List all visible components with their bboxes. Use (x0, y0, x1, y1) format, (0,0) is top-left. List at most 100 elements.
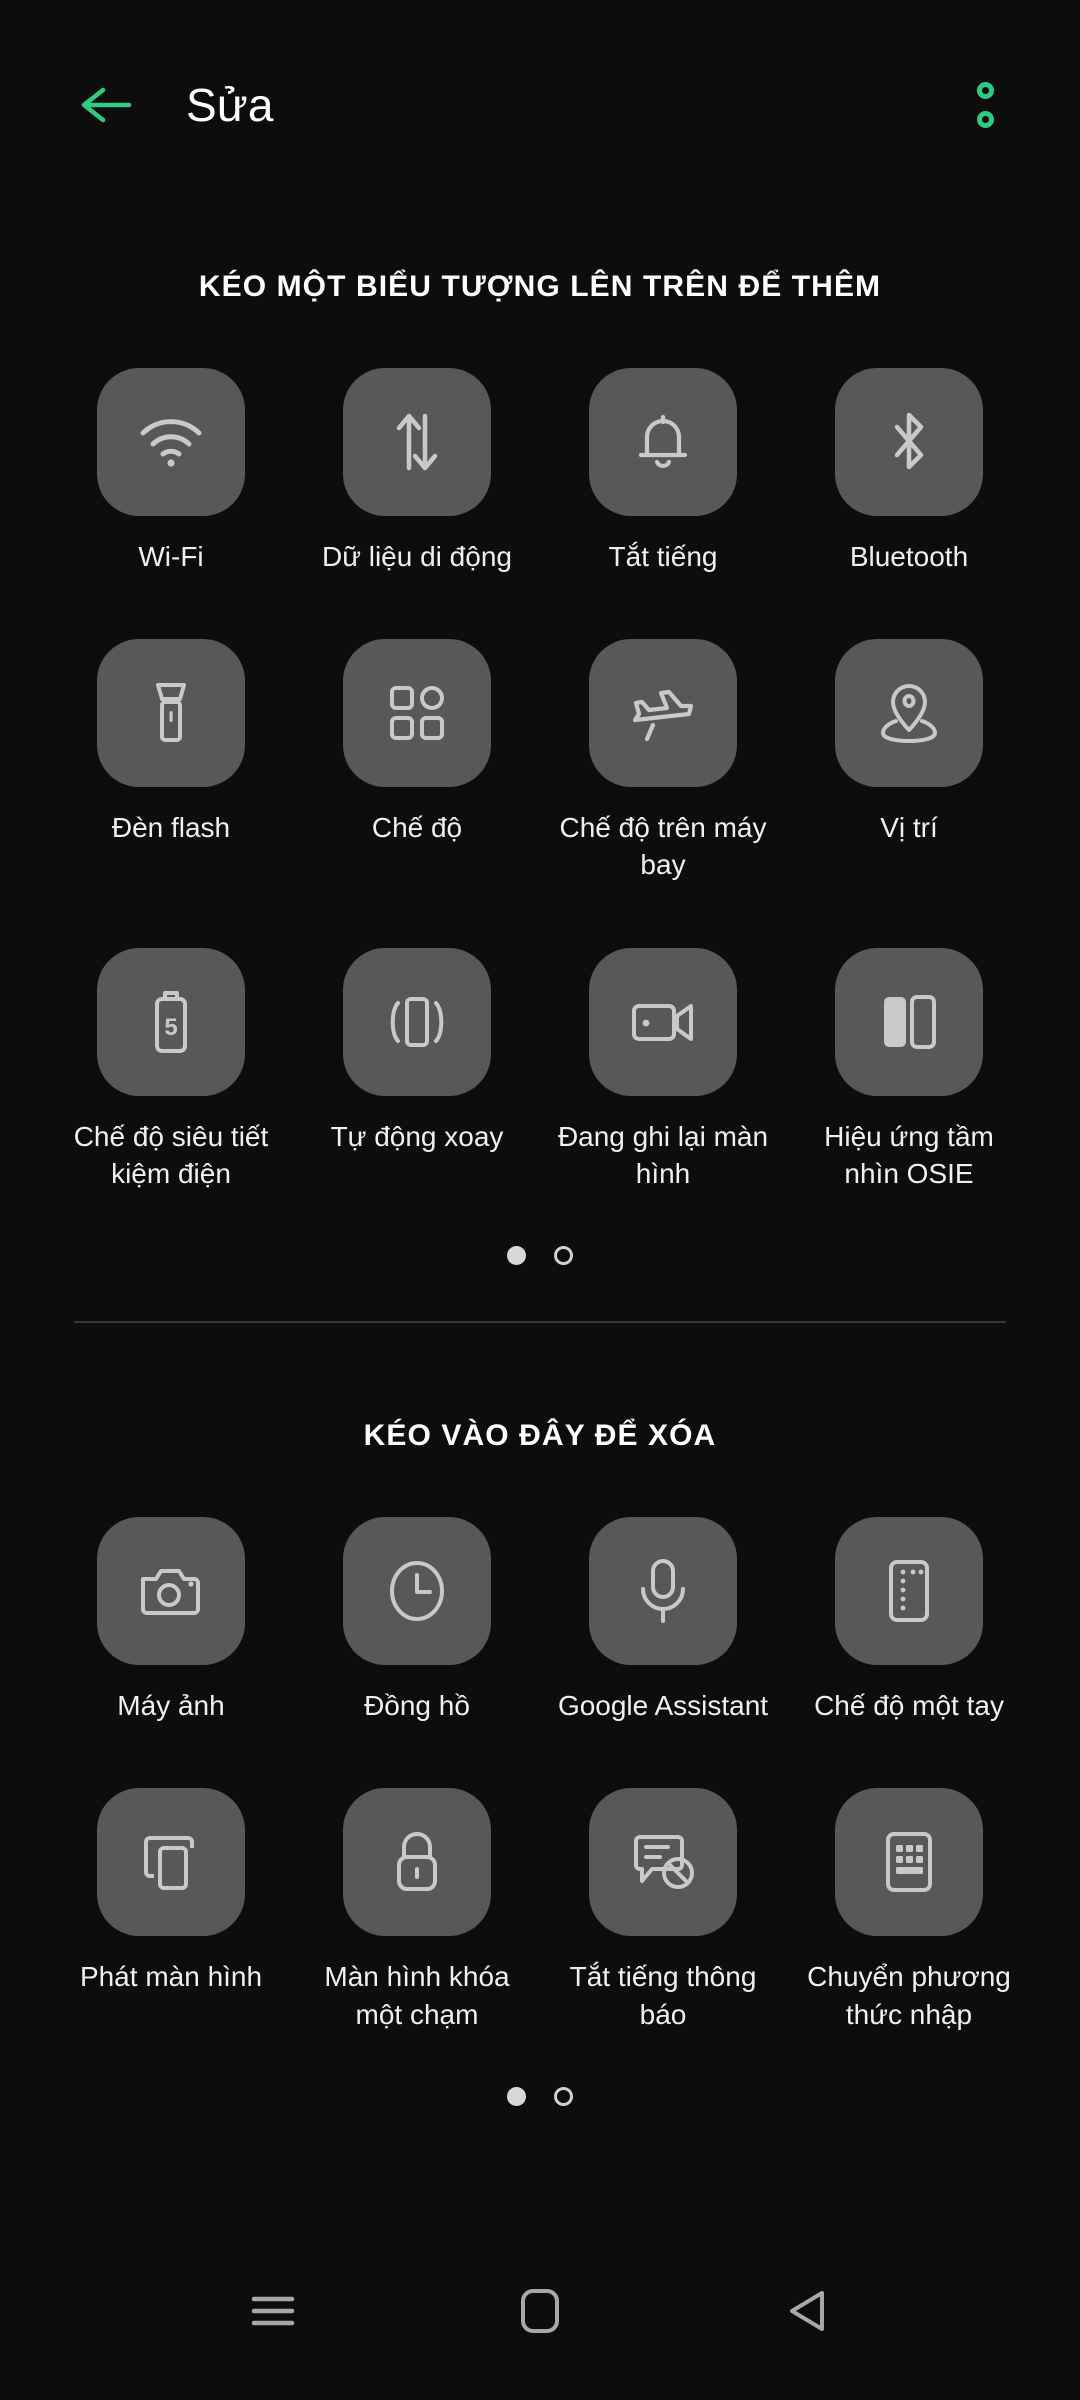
tile-label: Hiệu ứng tầm nhìn OSIE (824, 1120, 994, 1189)
tile-label: Tắt tiếng thông báo (569, 1961, 757, 2030)
tile-icon-wrapper (97, 1517, 245, 1666)
tile-lock-screen[interactable]: Màn hình khóa một chạm (294, 1724, 540, 2032)
tile-label: Chế độ trên máy bay (559, 812, 767, 881)
tile-label: Tự động xoay (330, 1120, 504, 1152)
tile-screen-cast[interactable]: Phát màn hình (48, 1724, 294, 2032)
tile-label: Chế độ một tay (814, 1690, 1004, 1722)
tile-label: Bluetooth (849, 541, 969, 572)
pager-dot-active[interactable] (507, 1246, 526, 1266)
tile-icon-wrapper (835, 639, 983, 788)
tile-label: Phát màn hình (79, 1961, 263, 1993)
remove-section-title: KÉO VÀO ĐÂY ĐỂ XÓA (363, 1419, 717, 1453)
airplane-icon (629, 682, 697, 744)
microphone-icon (636, 1557, 690, 1625)
overflow-menu-icon-dot2 (976, 111, 994, 128)
tile-icon-wrapper (589, 947, 737, 1096)
tile-icon-wrapper (835, 947, 983, 1096)
svg-text:5: 5 (164, 1014, 177, 1041)
remove-tile-grid: Máy ảnh Đồng hồ Google Assistant Chế độ … (0, 1453, 1080, 2033)
bell-mute-icon (634, 410, 692, 474)
tile-icon-wrapper (343, 947, 491, 1096)
tile-icon-wrapper (589, 1517, 737, 1666)
camera-icon (138, 1563, 204, 1619)
osie-vision-icon (879, 991, 939, 1053)
tile-label: Google Assistant (557, 1690, 769, 1722)
tile-wifi[interactable]: Wi-Fi (48, 304, 294, 575)
back-button[interactable] (72, 70, 142, 140)
tile-modes[interactable]: Chế độ (294, 575, 540, 883)
flashlight-icon (149, 680, 193, 746)
home-button[interactable] (485, 2256, 595, 2366)
tile-icon-wrapper (343, 1788, 491, 1937)
system-navigation-bar (0, 2222, 1080, 2400)
recents-menu-icon (249, 2292, 297, 2330)
clock-icon (386, 1558, 448, 1624)
pager-dot[interactable] (554, 1246, 573, 1266)
overflow-menu-button[interactable] (950, 60, 1020, 150)
tile-camera[interactable]: Máy ảnh (48, 1453, 294, 1724)
tile-icon-wrapper: 5 (97, 947, 245, 1096)
tile-ultra-power-saving[interactable]: 5 Chế độ siêu tiết kiệm điện (48, 884, 294, 1192)
tile-icon-wrapper (835, 1788, 983, 1937)
tile-auto-rotate[interactable]: Tự động xoay (294, 884, 540, 1192)
remove-section-pager[interactable] (0, 2033, 1080, 2106)
add-section: KÉO MỘT BIỂU TƯỢNG LÊN TRÊN ĐỂ THÊM Wi-F… (0, 210, 1080, 1266)
battery-saver-icon: 5 (148, 988, 194, 1056)
tile-bluetooth[interactable]: Bluetooth (786, 304, 1032, 575)
tile-flashlight[interactable]: Đèn flash (48, 575, 294, 883)
pager-dot-active[interactable] (507, 2086, 526, 2106)
tile-label: Vị trí (880, 812, 938, 844)
tile-screen-record[interactable]: Đang ghi lại màn hình (540, 884, 786, 1192)
tile-icon-wrapper (97, 639, 245, 788)
tile-label: Chuyển phương thức nhập (807, 1961, 1011, 2030)
tile-icon-wrapper (589, 639, 737, 788)
tile-notification-mute[interactable]: Tắt tiếng thông báo (540, 1724, 786, 2032)
tile-label: Đang ghi lại màn hình (557, 1120, 769, 1189)
tile-icon-wrapper (343, 639, 491, 788)
back-nav-button[interactable] (752, 2256, 862, 2366)
auto-rotate-icon (384, 991, 450, 1053)
page-title: Sửa (186, 79, 274, 131)
recents-button[interactable] (218, 2256, 328, 2366)
tile-label: Đèn flash (111, 812, 231, 844)
tile-icon-wrapper (97, 368, 245, 516)
lock-icon (390, 1829, 444, 1895)
mobile-data-icon (389, 410, 445, 474)
tile-icon-wrapper (589, 368, 737, 516)
remove-section: KÉO VÀO ĐÂY ĐỂ XÓA Máy ảnh Đồng hồ Googl… (0, 1323, 1080, 2106)
tile-mobile-data[interactable]: Dữ liệu di động (294, 304, 540, 575)
tile-google-assistant[interactable]: Google Assistant (540, 1453, 786, 1724)
tile-label: Máy ảnh (117, 1690, 225, 1722)
tile-clock[interactable]: Đồng hồ (294, 1453, 540, 1724)
app-bar: Sửa (0, 0, 1080, 210)
tile-label: Chế độ (371, 812, 463, 844)
notification-mute-icon (630, 1831, 696, 1893)
tile-location[interactable]: Vị trí (786, 575, 1032, 883)
tile-airplane-mode[interactable]: Chế độ trên máy bay (540, 575, 786, 883)
tile-icon-wrapper (835, 1517, 983, 1666)
back-triangle-icon (784, 2287, 830, 2335)
tile-label: Màn hình khóa một chạm (324, 1961, 510, 2030)
tile-osie-vision[interactable]: Hiệu ứng tầm nhìn OSIE (786, 884, 1032, 1192)
home-square-icon (518, 2286, 562, 2336)
screen-cast-icon (140, 1832, 202, 1892)
tile-label: Chế độ siêu tiết kiệm điện (73, 1120, 269, 1189)
modes-grid-icon (387, 683, 447, 743)
wifi-icon (138, 415, 204, 469)
tile-label: Dữ liệu di động (322, 541, 512, 572)
add-section-pager[interactable] (0, 1192, 1080, 1266)
tile-one-handed-mode[interactable]: Chế độ một tay (786, 1453, 1032, 1724)
add-tile-grid: Wi-Fi Dữ liệu di động Tắt tiếng Bluetoot… (0, 304, 1080, 1192)
tile-icon-wrapper (835, 368, 983, 516)
location-pin-icon (878, 681, 940, 745)
tile-input-method-switch[interactable]: Chuyển phương thức nhập (786, 1724, 1032, 2032)
tile-icon-wrapper (343, 1517, 491, 1666)
add-section-title: KÉO MỘT BIỂU TƯỢNG LÊN TRÊN ĐỂ THÊM (198, 270, 882, 303)
one-handed-mode-icon (883, 1558, 935, 1624)
tile-icon-wrapper (589, 1788, 737, 1937)
tile-label: Đồng hồ (364, 1690, 470, 1722)
tile-mute[interactable]: Tắt tiếng (540, 304, 786, 575)
screen-record-icon (629, 996, 697, 1048)
pager-dot[interactable] (554, 2086, 573, 2106)
keyboard-switch-icon (880, 1830, 938, 1894)
